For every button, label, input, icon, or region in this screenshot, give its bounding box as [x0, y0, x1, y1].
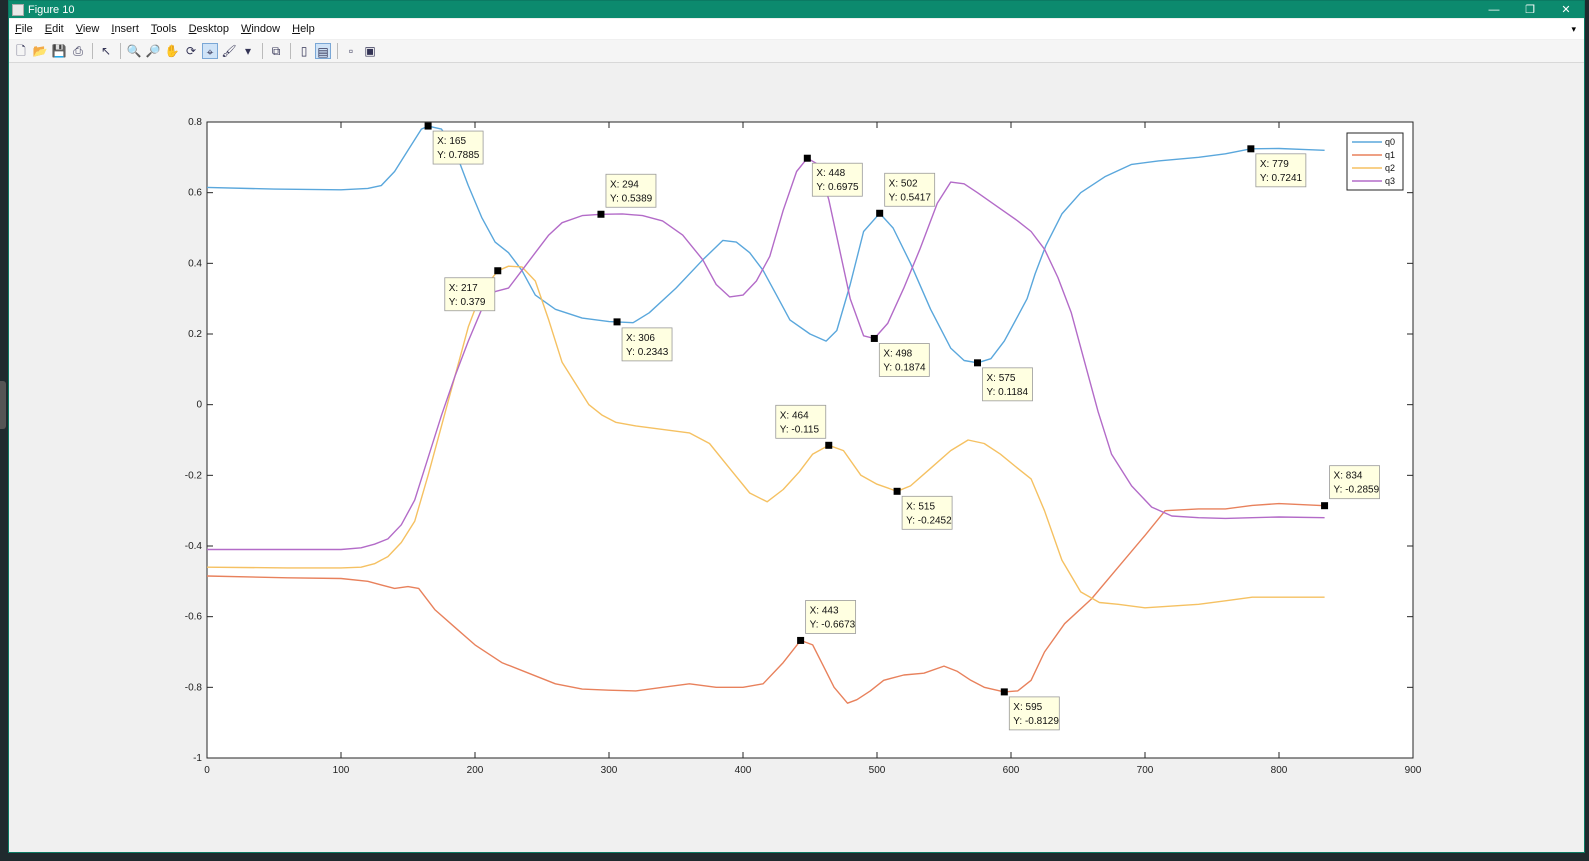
x-tick-label: 400 [735, 765, 752, 776]
datatip-x-label: X: 595 [1013, 702, 1042, 713]
datatip-marker [424, 122, 432, 130]
datatip-x-label: X: 498 [883, 348, 912, 359]
datatip-marker [870, 334, 878, 342]
legend-label-q1: q1 [1385, 150, 1395, 160]
datatip-y-label: Y: 0.2343 [626, 347, 669, 358]
x-tick-label: 700 [1137, 765, 1154, 776]
datatip-marker [803, 154, 811, 162]
datatip-marker [825, 441, 833, 449]
datatip-y-label: Y: 0.5389 [610, 193, 653, 204]
datatip-marker [893, 487, 901, 495]
datatip-y-label: Y: 0.5417 [889, 192, 932, 203]
y-tick-label: 0.6 [188, 188, 202, 199]
datatip-y-label: Y: 0.6975 [816, 182, 859, 193]
datatip-marker [876, 209, 884, 217]
datatip-y-label: Y: 0.1874 [883, 362, 926, 373]
datatip-x-label: X: 575 [987, 373, 1016, 384]
x-tick-label: 300 [601, 765, 618, 776]
datatip-marker [797, 636, 805, 644]
datatip-y-label: Y: 0.1184 [987, 387, 1029, 398]
datatip-marker [1321, 502, 1329, 510]
datatip-y-label: Y: -0.8129 [1013, 716, 1059, 727]
datatip-x-label: X: 294 [610, 179, 639, 190]
y-tick-label: 0 [196, 400, 202, 411]
datatip-y-label: Y: 0.7885 [437, 150, 480, 161]
x-tick-label: 200 [467, 765, 484, 776]
axes-frame [206, 121, 1414, 759]
y-tick-label: 0.2 [188, 329, 202, 340]
legend-label-q2: q2 [1385, 163, 1395, 173]
x-tick-label: 0 [204, 765, 210, 776]
datatip-marker [597, 210, 605, 218]
datatip-x-label: X: 502 [889, 178, 918, 189]
datatip-x-label: X: 443 [810, 605, 839, 616]
x-tick-label: 600 [1003, 765, 1020, 776]
datatip-y-label: Y: 0.7241 [1260, 173, 1303, 184]
datatip-x-label: X: 306 [626, 333, 655, 344]
datatip-x-label: X: 448 [816, 168, 845, 179]
datatip-marker [613, 318, 621, 326]
datatip-x-label: X: 165 [437, 136, 466, 147]
y-tick-label: -0.4 [185, 541, 203, 552]
datatip-x-label: X: 834 [1334, 471, 1363, 482]
datatip-y-label: Y: -0.2859 [1334, 485, 1380, 496]
x-tick-label: 900 [1405, 765, 1422, 776]
datatip-x-label: X: 217 [449, 283, 478, 294]
y-tick-label: -0.8 [185, 682, 203, 693]
datatip-y-label: Y: -0.6673 [810, 619, 856, 630]
y-tick-label: -0.6 [185, 612, 203, 623]
datatip-marker [1247, 145, 1255, 153]
datatip-y-label: Y: 0.379 [449, 297, 486, 308]
datatip-y-label: Y: -0.2452 [906, 515, 952, 526]
y-tick-label: -1 [193, 753, 202, 764]
plot-canvas[interactable]: 0 100 200 300 400 500 600 700 800 900 -1 -0.8 -0.6 -0… [0, 0, 1589, 861]
datatip-x-label: X: 464 [780, 410, 809, 421]
datatip-marker [1000, 688, 1008, 696]
datatip-marker [974, 359, 981, 367]
x-tick-label: 800 [1271, 765, 1288, 776]
y-tick-label: -0.2 [185, 470, 203, 481]
datatip-marker [494, 267, 502, 275]
x-tick-label: 500 [869, 765, 886, 776]
x-tick-label: 100 [333, 765, 350, 776]
legend-label-q0: q0 [1385, 137, 1395, 147]
y-tick-label: 0.4 [188, 258, 202, 269]
y-tick-label: 0.8 [188, 117, 202, 128]
datatip-x-label: X: 515 [906, 501, 935, 512]
legend-label-q3: q3 [1385, 176, 1395, 186]
datatip-y-label: Y: -0.115 [780, 424, 820, 435]
datatip-x-label: X: 779 [1260, 159, 1289, 170]
